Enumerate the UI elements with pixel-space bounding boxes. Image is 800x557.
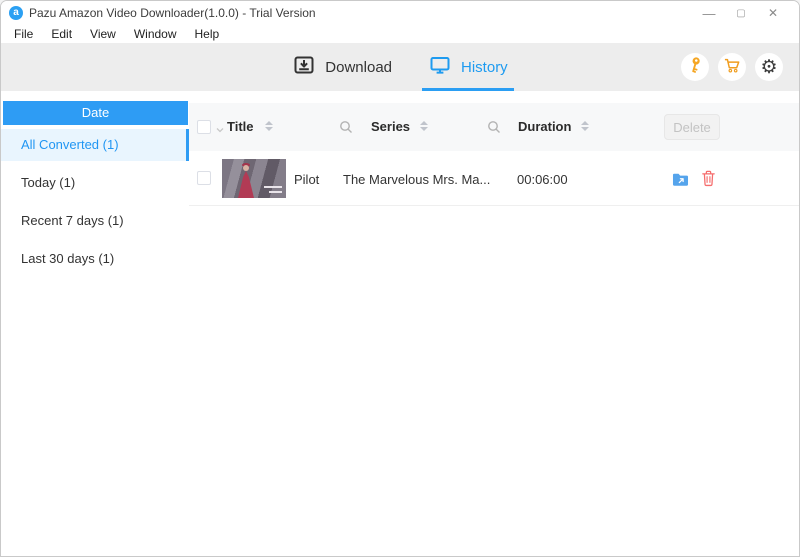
close-icon[interactable]: ✕ xyxy=(757,6,789,20)
app-logo-icon: a xyxy=(9,6,23,20)
delete-button[interactable]: Delete xyxy=(664,114,720,140)
window-controls: — ▢ ✕ xyxy=(693,1,799,25)
menu-edit[interactable]: Edit xyxy=(42,27,81,41)
table-header-row: Title Series Duration Delete xyxy=(189,103,799,151)
row-duration: 00:06:00 xyxy=(517,172,568,187)
history-table: Title Series Duration Delete Pilot The M… xyxy=(189,91,799,556)
menu-file[interactable]: File xyxy=(5,27,42,41)
sidebar-item-all-converted[interactable]: All Converted (1) xyxy=(1,129,189,161)
download-icon xyxy=(292,53,316,81)
tab-history[interactable]: History xyxy=(422,43,514,91)
open-folder-icon[interactable] xyxy=(671,170,690,193)
sidebar-date-header: Date xyxy=(3,101,188,125)
window-title: Pazu Amazon Video Downloader(1.0.0) - Tr… xyxy=(29,6,316,20)
menubar: File Edit View Window Help xyxy=(1,25,799,43)
row-title: Pilot xyxy=(294,172,320,187)
tab-history-label: History xyxy=(461,58,508,76)
tab-download[interactable]: Download xyxy=(288,43,396,91)
table-row[interactable]: Pilot The Marvelous Mrs. Ma... 00:06:00 xyxy=(189,151,799,206)
history-icon xyxy=(428,53,452,81)
sidebar: Date All Converted (1) Today (1) Recent … xyxy=(1,91,189,556)
key-icon xyxy=(685,55,705,80)
sidebar-filter-list: All Converted (1) Today (1) Recent 7 day… xyxy=(1,129,189,275)
column-header-series[interactable]: Series xyxy=(371,119,410,134)
menu-window[interactable]: Window xyxy=(125,27,186,41)
sort-series-icon[interactable] xyxy=(420,121,428,131)
sidebar-item-today[interactable]: Today (1) xyxy=(1,167,189,199)
tab-download-label: Download xyxy=(325,58,393,76)
toolbar-actions: ⚙ xyxy=(681,53,783,81)
purchase-cart-button[interactable] xyxy=(718,53,746,81)
search-series-icon[interactable] xyxy=(487,120,501,139)
trash-icon[interactable] xyxy=(700,169,717,193)
video-thumbnail xyxy=(222,159,286,198)
column-header-duration[interactable]: Duration xyxy=(518,119,571,134)
select-dropdown-chevron-icon[interactable] xyxy=(215,121,225,139)
column-header-title[interactable]: Title xyxy=(227,119,254,134)
maximize-icon[interactable]: ▢ xyxy=(725,8,757,19)
select-all-checkbox[interactable] xyxy=(197,120,211,134)
main-tabs: Download History xyxy=(288,43,514,91)
row-series: The Marvelous Mrs. Ma... xyxy=(343,172,491,187)
sort-title-icon[interactable] xyxy=(265,121,273,131)
menu-help[interactable]: Help xyxy=(186,27,229,41)
minimize-icon[interactable]: — xyxy=(693,6,725,21)
register-key-button[interactable] xyxy=(681,53,709,81)
sort-duration-icon[interactable] xyxy=(581,121,589,131)
sidebar-item-last-30-days[interactable]: Last 30 days (1) xyxy=(1,243,189,275)
settings-button[interactable]: ⚙ xyxy=(755,53,783,81)
cart-icon xyxy=(722,55,742,80)
sidebar-item-recent-7-days[interactable]: Recent 7 days (1) xyxy=(1,205,189,237)
gear-icon: ⚙ xyxy=(760,56,778,78)
menu-view[interactable]: View xyxy=(81,27,125,41)
search-title-icon[interactable] xyxy=(339,120,353,139)
titlebar: a Pazu Amazon Video Downloader(1.0.0) - … xyxy=(1,1,799,25)
content-area: Date All Converted (1) Today (1) Recent … xyxy=(1,91,799,556)
toolbar: Download History ⚙ xyxy=(1,43,799,91)
app-window: a Pazu Amazon Video Downloader(1.0.0) - … xyxy=(0,0,800,557)
row-checkbox[interactable] xyxy=(197,171,211,185)
